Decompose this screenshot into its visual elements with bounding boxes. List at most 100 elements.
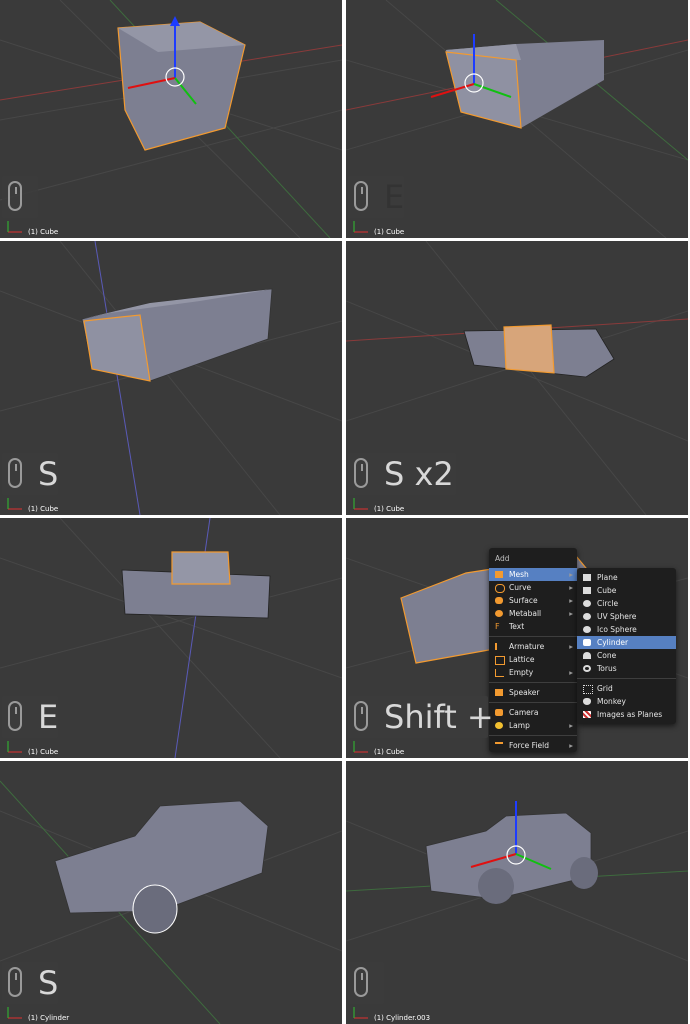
menu-item-label: Images as Planes [597,710,663,719]
submenu-arrow-icon: ▸ [569,668,573,677]
menu-item-lamp[interactable]: Lamp ▸ [489,719,577,732]
add-menu-title: Add [495,554,510,563]
menu-item-label: Text [509,622,525,631]
circle-icon [583,600,591,607]
menu-item-curve[interactable]: Curve ▸ [489,581,577,594]
submenu-arrow-icon: ▸ [569,583,573,592]
mouse-icon [354,458,368,488]
key-display: S [2,453,58,495]
menu-item-label: Speaker [509,688,540,697]
viewport-panel-4[interactable]: S x2 (1) Cube [346,241,688,515]
empty-icon [495,669,504,677]
submenu-arrow-icon: ▸ [569,570,573,579]
mouse-icon [354,181,368,211]
force-field-icon [495,742,503,751]
menu-item-label: Camera [509,708,539,717]
surface-icon [495,597,503,604]
submenu-item-cone[interactable]: Cone [577,649,676,662]
axes-gizmo-icon [7,498,22,510]
submenu-item-grid[interactable]: Grid [577,682,676,695]
submenu-item-plane[interactable]: Plane [577,571,676,584]
menu-item-label: Force Field [509,741,549,750]
camera-icon [495,709,503,716]
submenu-item-torus[interactable]: Torus [577,662,676,675]
shortcut-text: S [38,455,59,493]
mouse-icon [8,181,22,211]
axes-gizmo-icon [7,1007,22,1019]
axes-gizmo-icon [353,221,368,233]
menu-item-label: Grid [597,684,613,693]
add-menu: Add Mesh ▸ Curve ▸ Surface ▸ Metaball ▸ F Tex… [489,548,577,752]
mesh-icon [495,571,503,578]
submenu-arrow-icon: ▸ [569,721,573,730]
menu-separator [489,636,577,637]
key-display: S x2 [348,453,456,495]
axes-gizmo-icon [353,498,368,510]
menu-separator [489,702,577,703]
axes-gizmo-icon [353,1007,368,1019]
object-label: (1) Cylinder.003 [374,1014,431,1022]
menu-item-label: Plane [597,573,618,582]
shortcut-text: Shift + [384,698,494,736]
menu-item-label: UV Sphere [597,612,637,621]
menu-item-armature[interactable]: Armature ▸ [489,640,577,653]
submenu-item-circle[interactable]: Circle [577,597,676,610]
mouse-icon [8,967,22,997]
menu-item-label: Ico Sphere [597,625,637,634]
object-label: (1) Cube [374,505,405,513]
menu-item-metaball[interactable]: Metaball ▸ [489,607,577,620]
submenu-arrow-icon: ▸ [569,642,573,651]
key-display [2,176,38,218]
key-display: E [2,696,58,738]
menu-item-force-field[interactable]: Force Field ▸ [489,739,577,752]
menu-item-label: Circle [597,599,619,608]
menu-item-label: Armature [509,642,545,651]
viewport-panel-7[interactable]: S (1) Cylinder [0,761,342,1024]
key-display: E [348,176,404,218]
shortcut-text: E [38,698,59,736]
object-label: (1) Cube [28,748,59,756]
submenu-arrow-icon: ▸ [569,741,573,750]
submenu-item-cylinder[interactable]: Cylinder [577,636,676,649]
mouse-icon [354,967,368,997]
submenu-item-images-as-planes[interactable]: Images as Planes [577,708,676,721]
mouse-icon [354,701,368,731]
object-label: (1) Cylinder [28,1014,70,1022]
menu-item-label: Lattice [509,655,535,664]
mouse-icon [8,701,22,731]
menu-item-label: Cone [597,651,617,660]
menu-item-empty[interactable]: Empty ▸ [489,666,577,679]
viewport-panel-5[interactable]: E (1) Cube [0,518,342,758]
curve-icon [495,584,505,593]
shortcut-text: E [384,178,405,216]
menu-item-speaker[interactable]: Speaker [489,686,577,699]
viewport-panel-2[interactable]: E (1) Cube [346,0,688,238]
submenu-item-ico-sphere[interactable]: Ico Sphere [577,623,676,636]
menu-item-surface[interactable]: Surface ▸ [489,594,577,607]
viewport-panel-6[interactable]: Add Mesh ▸ Curve ▸ Surface ▸ Metaball ▸ F Tex… [346,518,688,758]
object-label: (1) Cube [374,748,405,756]
viewport-panel-1[interactable]: (1) Cube [0,0,342,238]
menu-item-label: Torus [597,664,617,673]
plane-icon [583,574,591,581]
menu-item-label: Cube [597,586,617,595]
submenu-item-monkey[interactable]: Monkey [577,695,676,708]
menu-item-camera[interactable]: Camera [489,706,577,719]
viewport-panel-3[interactable]: S (1) Cube [0,241,342,515]
mouse-icon [8,458,22,488]
menu-item-lattice[interactable]: Lattice [489,653,577,666]
key-display: S [2,962,58,1004]
mesh-submenu: Plane Cube Circle UV Sphere Ico Sphere C… [577,568,676,724]
menu-separator [577,678,676,679]
menu-separator [489,735,577,736]
key-display: Shift + [348,696,494,738]
menu-item-text[interactable]: F Text [489,620,577,633]
submenu-item-cube[interactable]: Cube [577,584,676,597]
menu-item-label: Monkey [597,697,626,706]
armature-icon [495,643,505,650]
submenu-item-uv-sphere[interactable]: UV Sphere [577,610,676,623]
viewport-panel-8[interactable]: (1) Cylinder.003 [346,761,688,1024]
grid-icon [583,685,593,694]
menu-item-mesh[interactable]: Mesh ▸ [489,568,577,581]
axes-gizmo-icon [7,221,22,233]
